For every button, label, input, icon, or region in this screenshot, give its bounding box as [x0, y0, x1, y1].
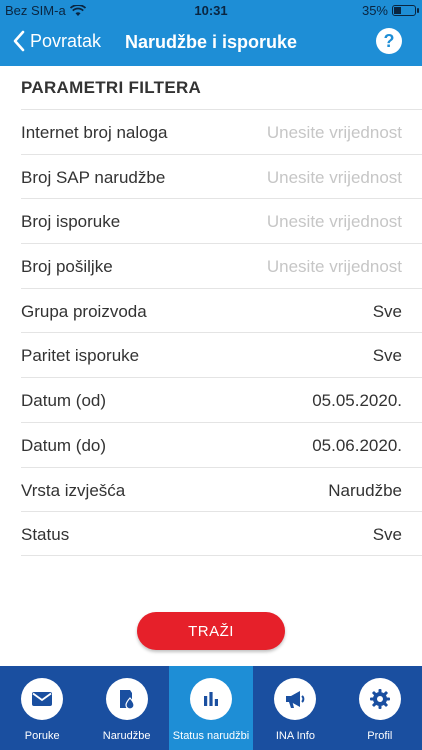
battery-percent: 35% — [361, 3, 388, 18]
tab-order-status[interactable]: Status narudžbi — [168, 666, 254, 750]
gear-icon — [369, 689, 390, 709]
field-product-group[interactable]: Grupa proizvoda Sve — [21, 287, 422, 333]
field-report-type[interactable]: Vrsta izvješća Narudžbe — [21, 466, 422, 512]
tab-label: Narudžbe — [102, 730, 151, 742]
section-title: PARAMETRI FILTERA — [21, 78, 202, 97]
tab-label: Status narudžbi — [172, 730, 250, 742]
filter-list: Internet broj naloga Broj SAP narudžbe B… — [21, 109, 422, 556]
field-status[interactable]: Status Sve — [21, 511, 422, 556]
clock: 10:31 — [194, 3, 228, 18]
back-button[interactable]: Povratak — [12, 30, 101, 52]
field-label: Paritet isporuke — [21, 346, 140, 366]
back-label: Povratak — [30, 30, 102, 51]
tab-label: Profil — [367, 730, 393, 742]
tab-label: INA Info — [275, 730, 315, 742]
field-label: Grupa proizvoda — [21, 301, 147, 321]
envelope-icon — [32, 692, 53, 706]
fuel-drop-icon — [119, 690, 135, 710]
shipment-number-input[interactable] — [202, 257, 402, 278]
field-shipment-number[interactable]: Broj pošiljke — [21, 243, 422, 288]
delivery-number-input[interactable] — [202, 212, 402, 233]
field-label: Vrsta izvješća — [21, 480, 126, 500]
nav-bar: Povratak Narudžbe i isporuke ? — [0, 20, 422, 66]
tab-label: Poruke — [24, 730, 60, 742]
status-bar: Bez SIM-a 10:31 35% — [0, 0, 422, 20]
tab-orders[interactable]: Narudžbe — [84, 666, 168, 750]
field-internet-order-number[interactable]: Internet broj naloga — [21, 109, 422, 154]
status-value: Sve — [372, 525, 402, 545]
sap-order-number-input[interactable] — [202, 167, 402, 188]
tab-profile[interactable]: Profil — [338, 666, 422, 750]
tab-ina-info[interactable]: INA Info — [253, 666, 337, 750]
field-label: Broj pošiljke — [21, 257, 113, 277]
field-sap-order-number[interactable]: Broj SAP narudžbe — [21, 153, 422, 199]
delivery-parity-value: Sve — [372, 346, 402, 366]
product-group-value: Sve — [372, 301, 402, 321]
tab-bar: Poruke Narudžbe Status narudžbi INA Info… — [0, 666, 422, 750]
field-date-to[interactable]: Datum (do) 05.06.2020. — [21, 421, 422, 467]
bar-chart-icon — [204, 692, 219, 706]
field-label: Status — [21, 525, 70, 545]
date-from-value: 05.05.2020. — [312, 391, 402, 411]
battery-icon — [392, 5, 419, 16]
field-label: Datum (do) — [21, 435, 107, 455]
date-to-value: 05.06.2020. — [312, 435, 402, 455]
field-label: Broj isporuke — [21, 212, 121, 232]
field-label: Internet broj naloga — [21, 123, 168, 142]
help-icon[interactable]: ? — [376, 28, 402, 54]
megaphone-icon — [286, 691, 305, 708]
chevron-left-icon — [13, 30, 25, 52]
tab-messages[interactable]: Poruke — [0, 666, 84, 750]
field-delivery-parity[interactable]: Paritet isporuke Sve — [21, 332, 422, 377]
field-label: Datum (od) — [21, 391, 107, 411]
search-button[interactable]: TRAŽI — [137, 612, 285, 650]
internet-order-number-input[interactable] — [202, 123, 402, 143]
field-label: Broj SAP narudžbe — [21, 167, 166, 187]
report-type-value: Narudžbe — [328, 480, 402, 500]
field-date-from[interactable]: Datum (od) 05.05.2020. — [21, 377, 422, 422]
field-delivery-number[interactable]: Broj isporuke — [21, 198, 422, 243]
